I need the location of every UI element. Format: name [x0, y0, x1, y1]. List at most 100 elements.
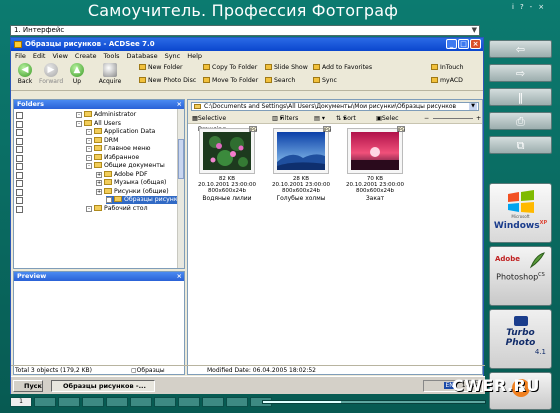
menu-database[interactable]: Database: [127, 51, 158, 61]
expand-toggle-icon[interactable]: +: [96, 188, 102, 195]
chevron-down-icon[interactable]: ▼: [472, 26, 477, 35]
back-button[interactable]: ⇦: [489, 40, 552, 58]
pager-button[interactable]: [178, 397, 200, 407]
pager-button[interactable]: [106, 397, 128, 407]
expand-toggle-icon[interactable]: +: [96, 171, 102, 178]
folder-checkbox[interactable]: [16, 146, 23, 153]
selective-browsing-button[interactable]: ▦ Selective Browsing: [192, 113, 226, 133]
myacd-command[interactable]: myACD: [431, 77, 463, 84]
menu-edit[interactable]: Edit: [33, 51, 46, 61]
search-command[interactable]: Search: [265, 77, 295, 84]
sort-button[interactable]: ⇅ Sort ▾: [336, 113, 356, 124]
expand-toggle-icon[interactable]: -: [86, 137, 92, 144]
expand-toggle-icon[interactable]: -: [76, 120, 82, 127]
pager-button[interactable]: [34, 397, 56, 407]
tree-node[interactable]: - Избранное: [86, 153, 139, 162]
folder-checkbox[interactable]: [16, 171, 23, 179]
tree-node[interactable]: - All Users: [76, 119, 121, 128]
intouch-command[interactable]: InTouch: [431, 64, 464, 71]
folders-scrollbar[interactable]: [177, 109, 184, 268]
tree-node[interactable]: + Adobe PDF: [96, 170, 148, 179]
expand-toggle-icon[interactable]: -: [86, 146, 92, 152]
copy-to-folder-command[interactable]: Copy To Folder: [203, 64, 257, 71]
close-pane-icon[interactable]: ×: [177, 100, 182, 109]
help-icon[interactable]: ?: [520, 3, 524, 13]
menu-sync[interactable]: Sync: [165, 51, 181, 61]
folder-checkbox[interactable]: [16, 163, 23, 170]
menu-create[interactable]: Create: [75, 51, 97, 61]
lesson-dropdown[interactable]: 1. Интерфейс ▼: [10, 25, 480, 36]
scroll-thumb[interactable]: [178, 139, 184, 179]
menu-tools[interactable]: Tools: [104, 51, 120, 61]
back-nav-button[interactable]: ◀ Back: [13, 63, 37, 85]
folder-checkbox[interactable]: [16, 137, 23, 145]
move-to-folder-command[interactable]: Move To Folder: [203, 77, 258, 84]
tree-node[interactable]: - Application Data: [86, 128, 155, 136]
print-button[interactable]: ⎙: [489, 112, 552, 130]
close-button[interactable]: ×: [470, 39, 481, 49]
zoom-in-icon[interactable]: +: [476, 113, 481, 124]
expand-toggle-icon[interactable]: +: [96, 180, 102, 186]
pager-button[interactable]: [130, 397, 152, 407]
folder-checkbox[interactable]: [16, 197, 23, 204]
next-button[interactable]: ⇨: [489, 64, 552, 82]
folder-checkbox[interactable]: [16, 180, 23, 187]
info-icon[interactable]: i: [512, 3, 514, 13]
tree-node[interactable]: + Музыка (общая): [96, 179, 166, 187]
expand-toggle-icon[interactable]: -: [86, 163, 92, 169]
select-button[interactable]: ▣ Selec: [376, 113, 399, 124]
start-button[interactable]: Пуск: [13, 380, 43, 392]
thumbnail-item[interactable]: JPG 82 KB 20.10.2001 23:00:00 800x600x24…: [192, 126, 262, 202]
pager-button[interactable]: [58, 397, 80, 407]
pager-button[interactable]: [154, 397, 176, 407]
pager-button[interactable]: 1: [10, 397, 32, 407]
tree-node[interactable]: - Рабочий стол: [86, 204, 148, 213]
filters-button[interactable]: ▥ Filters ▾: [272, 113, 298, 124]
thumbnail-item[interactable]: JPG 28 KB 20.10.2001 23:00:00 800x600x24…: [266, 126, 336, 202]
tree-node[interactable]: - Administrator: [76, 111, 136, 119]
tree-node[interactable]: + Рисунки (общие): [96, 187, 169, 196]
folder-checkbox[interactable]: [16, 154, 23, 162]
windows-xp-logo[interactable]: Microsoft WindowsXP: [489, 183, 552, 243]
menu-help[interactable]: Help: [187, 51, 202, 61]
folder-checkbox[interactable]: [16, 205, 23, 213]
zoom-slider[interactable]: [433, 118, 473, 119]
close-icon[interactable]: ×: [538, 3, 544, 13]
thumbnail-item[interactable]: JPG 70 KB 20.10.2001 23:00:00 800x600x24…: [340, 126, 410, 202]
tree-node[interactable]: + Образцы рисунков: [106, 196, 184, 204]
expand-toggle-icon[interactable]: +: [106, 197, 112, 203]
add-to-favorites-command[interactable]: Add to Favorites: [313, 64, 372, 71]
pager-button[interactable]: [202, 397, 224, 407]
new-photo-disc-command[interactable]: New Photo Disc: [139, 77, 196, 84]
tree-node[interactable]: - Общие документы: [86, 162, 165, 170]
photoshop-logo[interactable]: Adobe PhotoshopCS: [489, 246, 552, 306]
folder-checkbox[interactable]: [16, 112, 23, 119]
folder-checkbox[interactable]: [16, 188, 23, 196]
slide-show-command[interactable]: Slide Show: [265, 64, 308, 71]
zoom-out-icon[interactable]: −: [424, 113, 429, 124]
chevron-down-icon[interactable]: ▼: [469, 103, 477, 110]
path-input[interactable]: C:\Documents and Settings\All Users\Доку…: [191, 102, 479, 111]
sync-command[interactable]: Sync: [313, 77, 337, 84]
menu-view[interactable]: View: [52, 51, 67, 61]
acquire-button[interactable]: Acquire: [95, 63, 125, 85]
menu-file[interactable]: File: [15, 51, 26, 61]
expand-toggle-icon[interactable]: -: [86, 205, 92, 212]
pager-button[interactable]: [226, 397, 248, 407]
expand-toggle-icon[interactable]: -: [76, 112, 82, 118]
taskbar-item[interactable]: Образцы рисунков -...: [51, 380, 155, 392]
up-nav-button[interactable]: ▲ Up: [65, 63, 89, 85]
minimize-button[interactable]: _: [446, 39, 457, 49]
pager-button[interactable]: [82, 397, 104, 407]
close-preview-icon[interactable]: ×: [177, 272, 182, 281]
window-button[interactable]: ⧉: [489, 136, 552, 154]
maximize-button[interactable]: □: [458, 39, 469, 49]
forward-nav-button[interactable]: ▶ Forward: [39, 63, 63, 85]
expand-toggle-icon[interactable]: -: [86, 154, 92, 161]
tree-node[interactable]: - Главное меню: [86, 145, 151, 153]
turbo-photo-logo[interactable]: Turbo Photo 4.1: [489, 309, 552, 369]
lesson-progress-bar[interactable]: [262, 400, 486, 404]
tree-node[interactable]: - DRM: [86, 136, 118, 145]
folder-checkbox[interactable]: [16, 120, 23, 128]
new-folder-command[interactable]: New Folder: [139, 64, 183, 71]
